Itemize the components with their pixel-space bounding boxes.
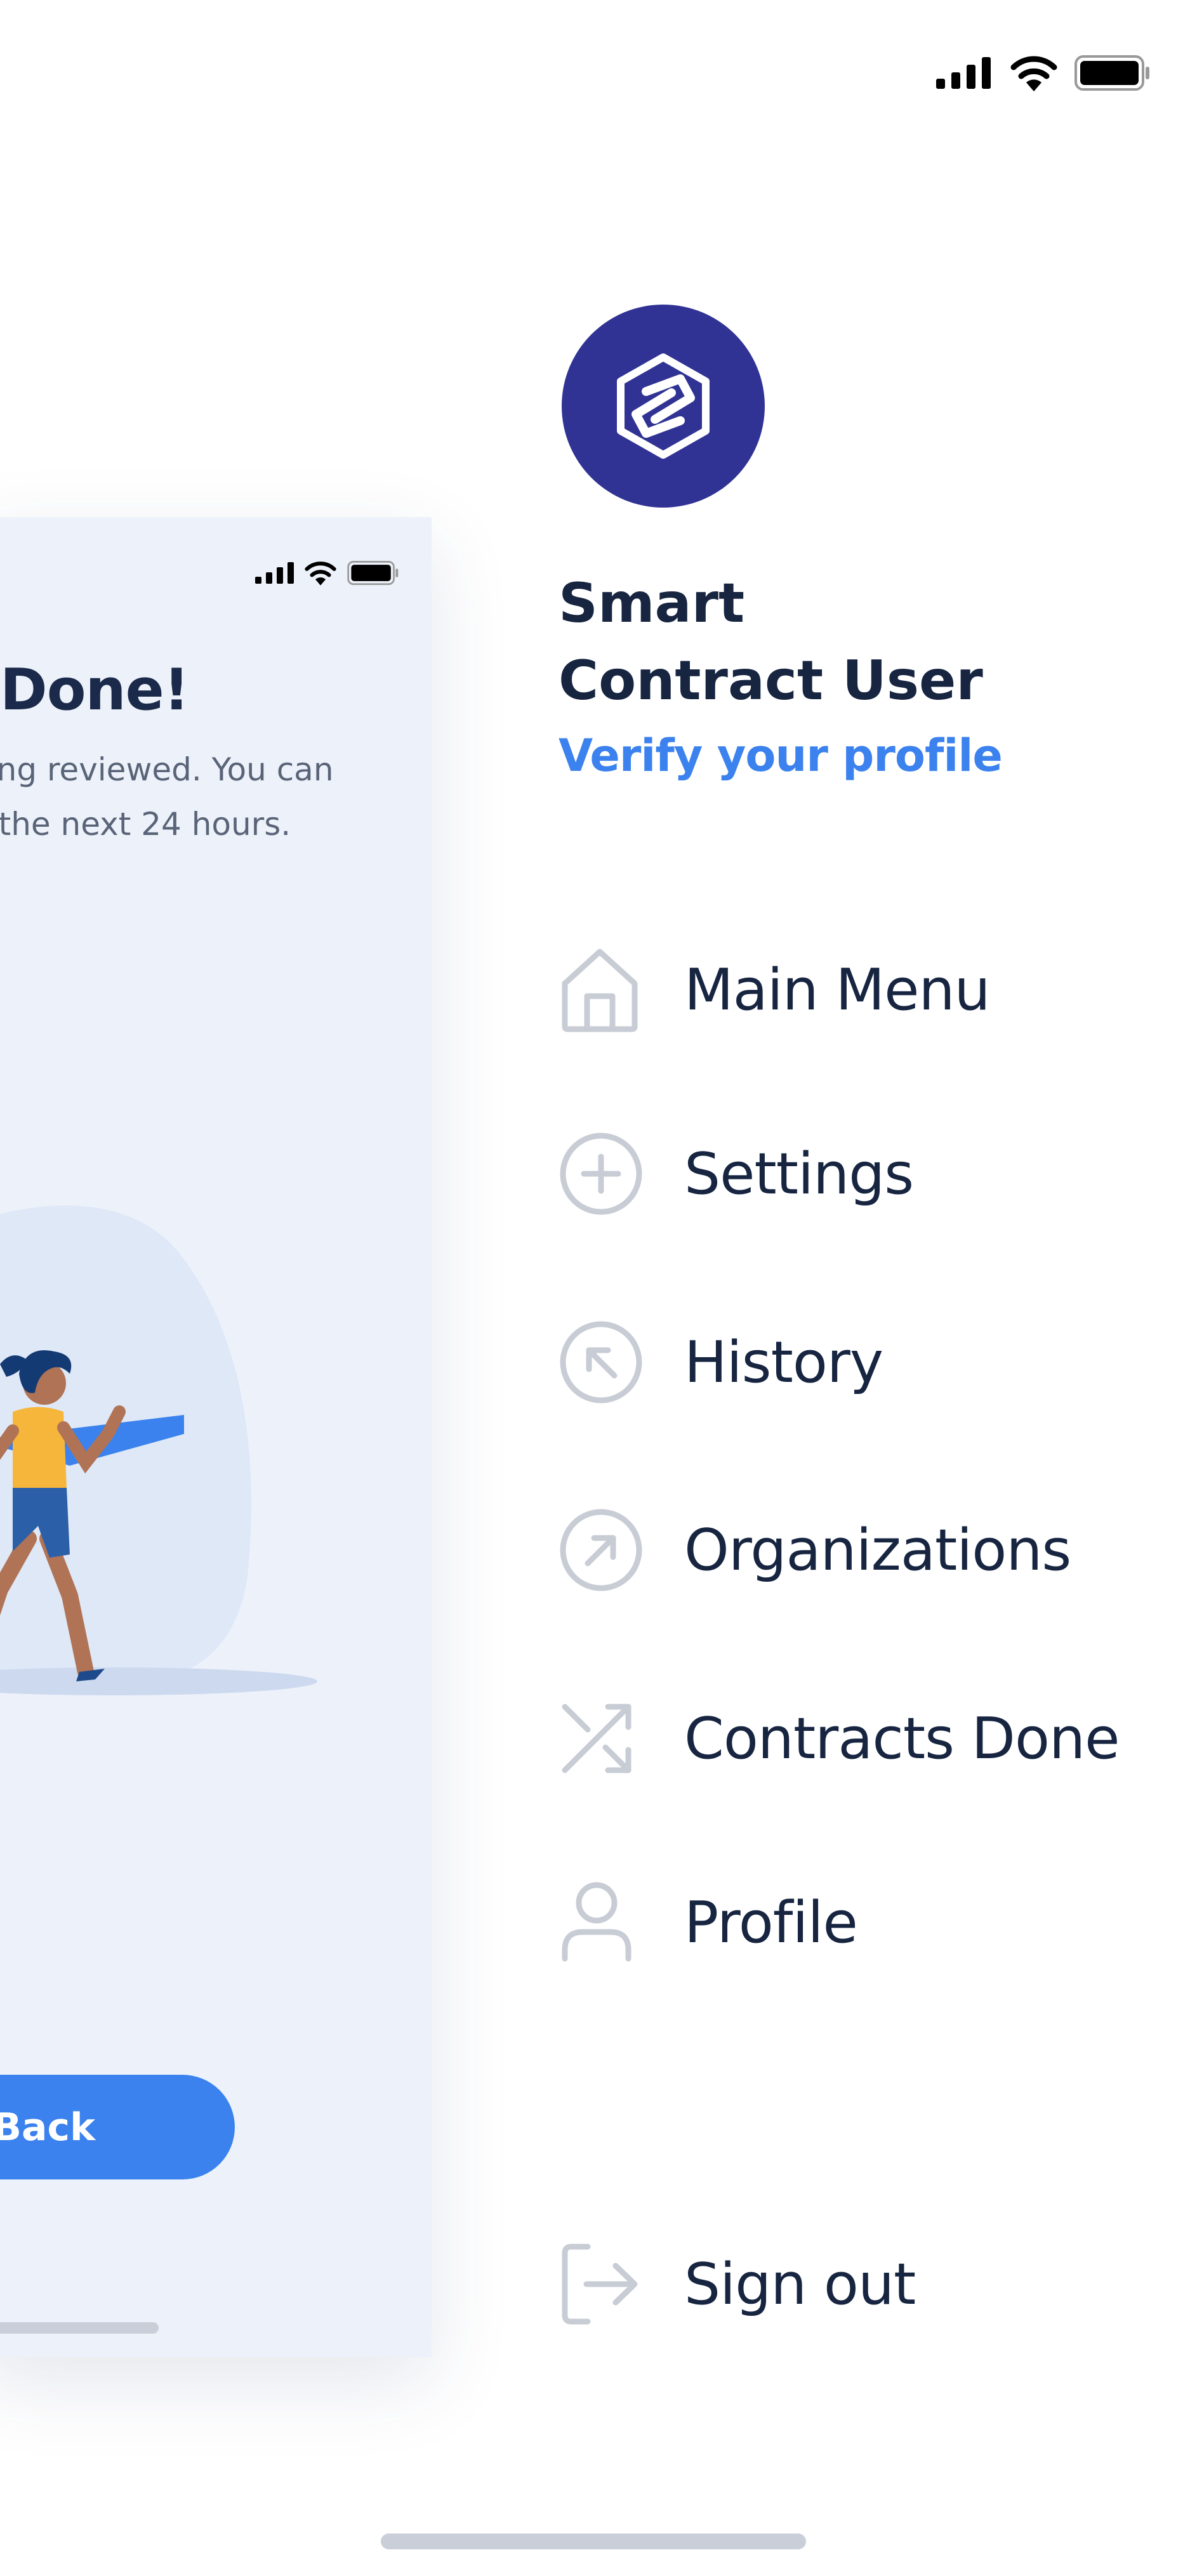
menu-item-label: History <box>684 1329 883 1396</box>
status-bar <box>936 54 1151 92</box>
menu-item-history[interactable]: History <box>559 1315 883 1410</box>
card-description-line: eing reviewed. You can <box>0 751 334 788</box>
menu-item-main-menu[interactable]: Main Menu <box>559 942 991 1037</box>
battery-icon <box>1074 55 1149 91</box>
signal-icon <box>255 562 294 584</box>
sign-out-label: Sign out <box>684 2251 916 2318</box>
hexagon-logo-icon <box>617 353 710 459</box>
battery-icon <box>347 561 399 585</box>
arrow-up-left-circle-icon <box>559 1318 647 1407</box>
card-title: Done! <box>0 657 190 723</box>
log-out-icon <box>559 2240 647 2329</box>
card-status-bar <box>255 560 400 586</box>
menu-item-label: Contracts Done <box>684 1705 1120 1772</box>
user-name: Smart Contract User <box>559 565 983 720</box>
card-description: eing reviewed. You can n the next 24 hou… <box>0 742 334 851</box>
runner-illustration <box>0 1206 317 1695</box>
menu-item-settings[interactable]: Settings <box>559 1126 914 1221</box>
user-name-line: Smart <box>559 572 745 635</box>
menu-item-label: Profile <box>684 1889 858 1956</box>
user-name-line: Contract User <box>559 649 983 713</box>
background-screen-card: Done! eing reviewed. You can n the next … <box>0 517 432 2357</box>
menu-item-label: Settings <box>684 1140 914 1207</box>
menu-item-contracts-done[interactable]: Contracts Done <box>559 1691 1120 1786</box>
signal-icon <box>936 57 991 89</box>
user-icon <box>559 1878 647 1967</box>
arrow-up-right-circle-icon <box>559 1506 647 1594</box>
verify-profile-link[interactable]: Verify your profile <box>559 730 1003 782</box>
wifi-icon <box>305 562 336 586</box>
menu-item-profile[interactable]: Profile <box>559 1875 858 1970</box>
menu-item-label: Main Menu <box>684 956 991 1023</box>
menu-item-label: Organizations <box>684 1516 1071 1584</box>
back-button[interactable]: Back <box>0 2075 235 2179</box>
card-description-line: n the next 24 hours. <box>0 806 291 843</box>
home-icon <box>559 945 647 1034</box>
menu-item-organizations[interactable]: Organizations <box>559 1502 1071 1598</box>
wifi-icon <box>1010 56 1057 91</box>
sign-out-button[interactable]: Sign out <box>559 2237 916 2332</box>
plus-circle-icon <box>559 1129 647 1218</box>
shuffle-icon <box>559 1694 647 1783</box>
card-home-indicator <box>0 2322 159 2334</box>
app-logo <box>562 305 765 508</box>
home-indicator <box>381 2533 806 2549</box>
